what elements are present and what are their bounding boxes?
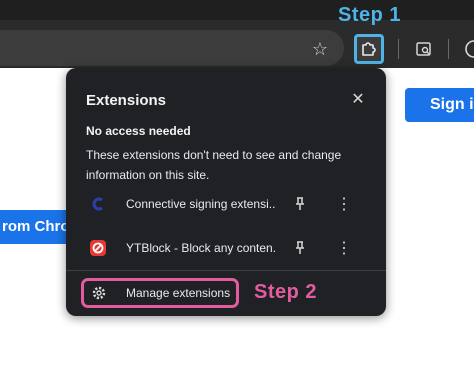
toolbar-separator [448,39,449,59]
sign-in-button[interactable]: Sign in [405,88,474,122]
ytblock-logo-icon [90,240,106,256]
pin-icon[interactable] [291,195,309,213]
gear-icon [91,285,107,301]
access-heading: No access needed [86,124,191,138]
popup-title: Extensions [86,92,167,109]
extensions-popup: Extensions ✕ No access needed These exte… [66,68,386,316]
extension-name: Connective signing extensi... [126,197,276,211]
more-options-icon[interactable]: ⋮ [336,238,352,258]
address-bar[interactable] [0,30,344,66]
extensions-button[interactable] [354,34,384,64]
close-icon[interactable]: ✕ [347,88,369,110]
step2-annotation: Step 2 [254,281,318,303]
bookmark-star-icon[interactable]: ☆ [307,36,333,62]
manage-extensions-button[interactable]: Manage extensions [81,278,239,308]
extension-row-connective[interactable]: Connective signing extensi... ⋮ [86,190,371,218]
menu-divider [66,270,386,271]
puzzle-icon [362,42,376,56]
extension-row-ytblock[interactable]: YTBlock - Block any conten... ⋮ [86,234,371,262]
extension-name: YTBlock - Block any conten... [126,241,276,255]
step1-annotation: Step 1 [338,4,402,26]
tab-strip [0,0,474,20]
toolbar-separator [398,39,399,59]
connective-logo-icon [90,196,106,212]
manage-extensions-label: Manage extensions [126,286,231,300]
access-description: These extensions don't need to see and c… [86,148,342,182]
tab-search-icon [416,42,431,56]
pin-icon[interactable] [291,239,309,257]
account-icon [465,40,474,58]
from-chrome-button[interactable]: rom Chrom [0,210,72,244]
account-button[interactable] [462,37,474,61]
tab-search-button[interactable] [412,37,436,61]
more-options-icon[interactable]: ⋮ [336,194,352,214]
